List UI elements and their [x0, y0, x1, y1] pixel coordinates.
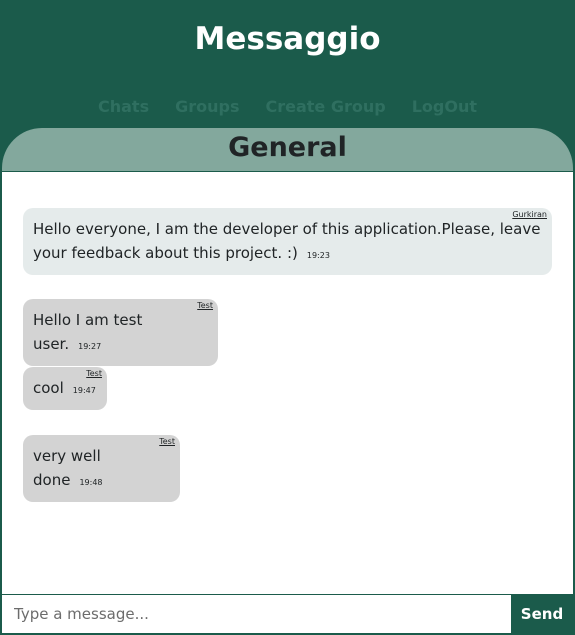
message-input[interactable] — [2, 595, 511, 633]
message-sender[interactable]: Test — [86, 369, 102, 378]
main-nav: Chats Groups Create Group LogOut — [2, 97, 573, 117]
app-title: Messaggio — [194, 21, 381, 57]
chat-app: Messaggio Chats Groups Create Group LogO… — [0, 0, 575, 635]
nav-groups[interactable]: Groups — [175, 97, 239, 117]
message-text: Hello everyone, I am the developer of th… — [33, 220, 541, 262]
message-time: 19:27 — [78, 342, 102, 351]
message-composer: Send — [2, 594, 573, 633]
message-bubble: Test very well done 19:48 — [23, 435, 180, 502]
message-sender[interactable]: Test — [197, 301, 213, 310]
room-title: General — [228, 132, 347, 163]
message-bubble: Gurkiran Hello everyone, I am the develo… — [23, 208, 552, 275]
send-button[interactable]: Send — [511, 595, 573, 633]
room-header: General — [2, 128, 573, 172]
message-sender[interactable]: Gurkiran — [512, 210, 547, 219]
message-list[interactable]: Gurkiran Hello everyone, I am the develo… — [2, 173, 573, 597]
header: Messaggio Chats Groups Create Group LogO… — [2, 2, 573, 172]
message-time: 19:23 — [306, 251, 330, 260]
message-time: 19:47 — [72, 386, 96, 395]
message-time: 19:48 — [79, 478, 103, 487]
message-sender[interactable]: Test — [159, 437, 175, 446]
nav-chats[interactable]: Chats — [98, 97, 149, 117]
nav-logout[interactable]: LogOut — [412, 97, 477, 117]
message-bubble: Test cool 19:47 — [23, 367, 107, 410]
nav-create-group[interactable]: Create Group — [266, 97, 386, 117]
message-bubble: Test Hello I am test user. 19:27 — [23, 299, 218, 366]
message-text: cool — [33, 379, 64, 397]
